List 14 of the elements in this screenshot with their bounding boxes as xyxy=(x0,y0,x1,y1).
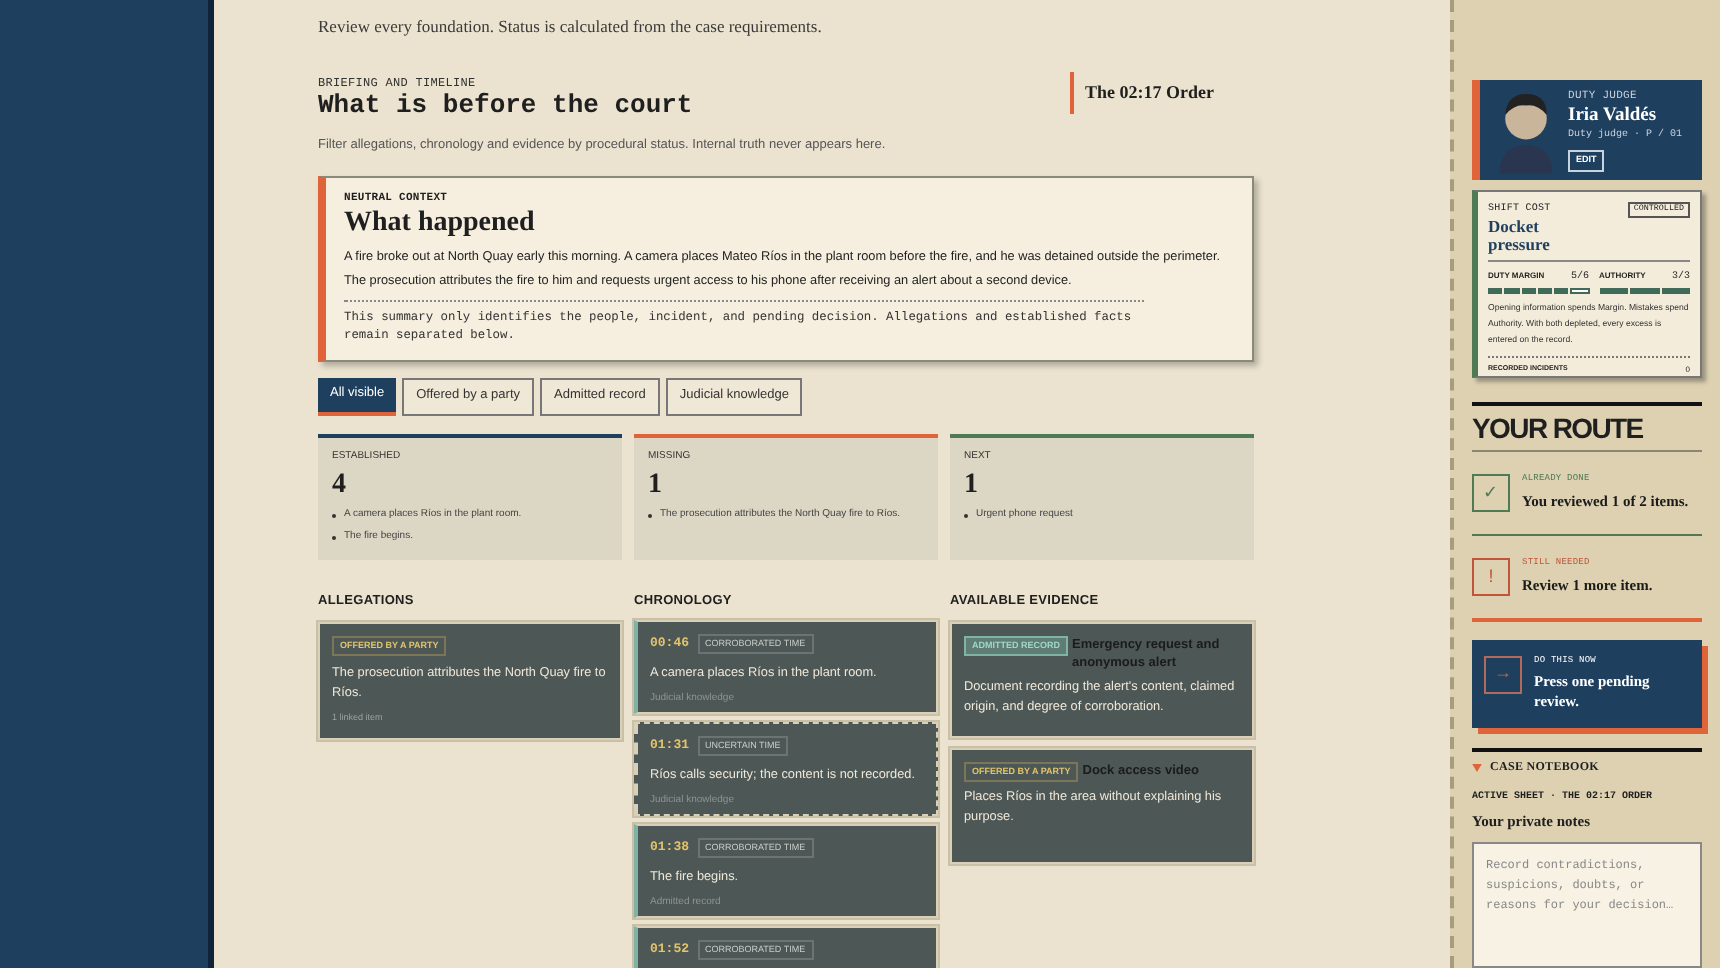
section-title: What is before the court xyxy=(318,91,693,120)
summary-count: 1 xyxy=(648,470,662,503)
step-icon: ✓ xyxy=(1472,474,1510,513)
case-badge: The 02:17 Order xyxy=(1069,71,1218,115)
judge-name: Iria Valdés xyxy=(1568,105,1657,128)
caret-icon xyxy=(1472,764,1482,773)
summary-count: 4 xyxy=(332,470,346,503)
shift-title: Docket pressure xyxy=(1488,217,1552,254)
step-icon: ! xyxy=(1472,558,1510,597)
intro-text: Review every foundation. Status is calculated from the case requirements. xyxy=(318,14,822,40)
step-icon: → xyxy=(1484,655,1522,694)
summary-count: 1 xyxy=(964,470,978,503)
route-title: YOUR ROUTE xyxy=(1472,412,1643,445)
context-title: What happened xyxy=(344,207,535,240)
